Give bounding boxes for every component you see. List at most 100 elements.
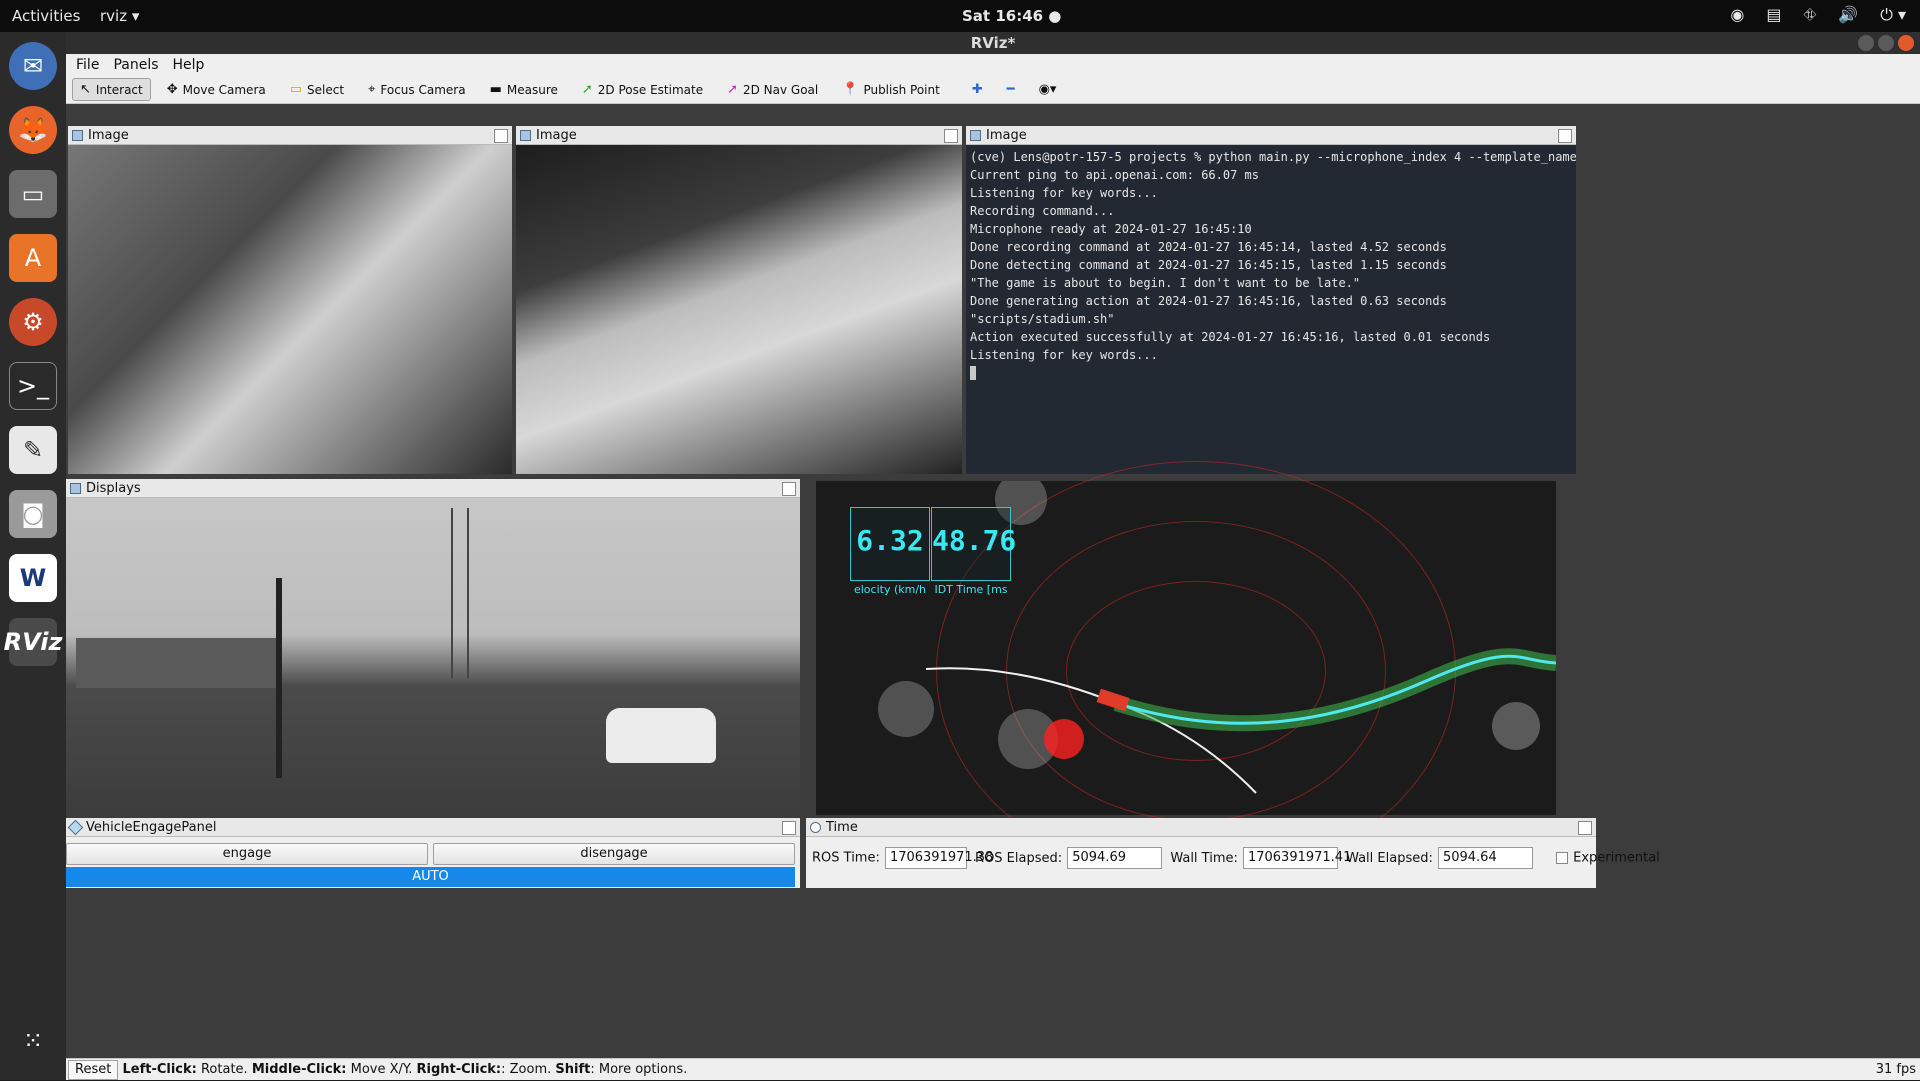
shift-label: Shift [555,1062,591,1077]
focus-camera-tool[interactable]: ⌖ Focus Camera [360,78,474,101]
maximize-icon[interactable] [1878,35,1894,51]
publish-point-tool[interactable]: 📍 Publish Point [834,78,948,101]
menu-panels[interactable]: Panels [113,54,158,76]
move-camera-label: Move Camera [182,82,266,97]
terminal-line: Current ping to api.openai.com: 66.07 ms [970,168,1259,182]
power-icon[interactable]: ⏻ ▾ [1880,5,1906,25]
object-cluster [878,681,934,737]
reset-button[interactable]: Reset [68,1060,119,1080]
terminal-line: Listening for key words... [970,186,1158,200]
terminal-line: Microphone ready at 2024-01-27 16:45:10 [970,222,1252,236]
autoware-icon[interactable]: W [9,554,57,602]
panel-close-button[interactable] [782,482,796,496]
text-editor-icon[interactable]: ✎ [9,426,57,474]
object-cluster [1492,702,1540,750]
menu-file[interactable]: File [76,54,99,76]
predicted-path [925,667,1117,704]
menu-help[interactable]: Help [173,54,205,76]
terminal-output[interactable]: (cve) Lens@potr-157-5 projects % python … [966,145,1576,474]
panel-title: Displays [86,481,141,496]
clipboard-icon[interactable]: ▤ [1766,5,1781,25]
clock[interactable]: Sat 16:46 ● [962,7,1061,25]
minimize-icon[interactable] [1858,35,1874,51]
thunderbird-icon[interactable]: ✉ [9,42,57,90]
focus-camera-label: Focus Camera [380,82,466,97]
image-icon [520,130,531,141]
panel-close-button[interactable] [944,129,958,143]
add-tool-button[interactable]: ✚ [964,78,991,101]
pose-estimate-tool[interactable]: ➚ 2D Pose Estimate [574,78,711,101]
pose-estimate-label: 2D Pose Estimate [597,82,704,97]
time-value: 48.76 [932,524,1017,557]
map-pin-icon: 📍 [842,82,859,97]
driver-camera-view[interactable] [68,145,512,474]
nav-goal-label: 2D Nav Goal [742,82,819,97]
engage-button[interactable]: engage [66,843,428,865]
settings-icon[interactable]: ⚙ [9,298,57,346]
magenta-arrow-icon: ➚ [727,82,738,97]
move-camera-tool[interactable]: ✥ Move Camera [159,78,274,101]
ros-time-field[interactable]: 1706391971.38 [884,847,993,869]
remove-tool-button[interactable]: ━ [999,78,1023,101]
select-tool[interactable]: ▭ Select [282,78,352,101]
measure-label: Measure [506,82,558,97]
wall-elapsed-field[interactable]: 5094.64 [1437,847,1533,869]
interact-tool[interactable]: ↖ Interact [72,78,151,101]
panel-close-button[interactable] [782,821,796,835]
velocity-value: 6.32 [856,524,924,557]
left-click-label: Left-Click: [122,1062,197,1077]
system-tray: ◉ ▤ ⛗ 🔊 ⏻ ▾ [1730,5,1906,25]
firefox-icon[interactable]: 🦊 [9,106,57,154]
ego-vehicle [1096,688,1130,712]
side-camera-view[interactable] [516,145,962,474]
minus-icon: ━ [1006,82,1015,97]
title-bar[interactable]: RViz* [66,32,1920,54]
wall-time-field[interactable]: 1706391971.41 [1242,847,1351,869]
3d-view[interactable]: 6.32 elocity (km/h 48.76 IDT Time [ms [816,461,1556,881]
network-icon[interactable]: ⛗ [1803,5,1816,25]
move-icon: ✥ [166,82,178,97]
menu-bar: File Panels Help [66,54,1920,76]
apps-grid-icon[interactable]: ⁙ [9,1017,57,1065]
chevron-down-icon: ▾ [131,7,140,25]
files-icon[interactable]: ▭ [9,170,57,218]
front-camera-view[interactable] [66,498,800,822]
panel-close-button[interactable] [1578,821,1592,835]
obs-icon[interactable]: ◉ [1730,5,1744,25]
disengage-button[interactable]: disengage [433,843,795,865]
terminal-icon[interactable]: >_ [9,362,57,410]
middle-click-desc: Move X/Y. [346,1062,417,1077]
obstacle-cluster [1044,719,1084,759]
camera-type-button[interactable]: ◉▾ [1031,78,1065,101]
panel-close-button[interactable] [1558,129,1572,143]
time-fields: ROS Time: 1706391971.38 ROS Elapsed: 509… [812,847,1660,869]
image-panel-3: Image (cve) Lens@potr-157-5 projects % p… [966,126,1576,474]
panel-header: Image [966,126,1576,145]
ros-elapsed-label: ROS Elapsed: [975,850,1063,866]
clock-icon [810,822,821,833]
time-panel: Time ROS Time: 1706391971.38 ROS Elapsed… [806,818,1660,888]
velocity-hud: 6.32 elocity (km/h [850,507,930,596]
activities-button[interactable]: Activities [12,7,80,25]
nav-goal-tool[interactable]: ➚ 2D Nav Goal [719,78,826,101]
experimental-label: Experimental [1573,850,1660,866]
app-menu[interactable]: rviz ▾ [100,7,139,25]
measure-tool[interactable]: ▬ Measure [482,78,566,101]
panel-close-button[interactable] [494,129,508,143]
displays-panel: Displays [66,479,800,822]
close-icon[interactable] [1898,35,1914,51]
terminal-line: Done recording command at 2024-01-27 16:… [970,240,1447,254]
ros-elapsed-field[interactable]: 5094.69 [1067,847,1163,869]
mode-indicator: AUTO [66,867,795,887]
displays-icon [70,483,81,494]
eye-icon: ◉▾ [1038,82,1057,97]
software-center-icon[interactable]: A [9,234,57,282]
panel-title: Time [826,820,858,835]
terminal-line: Recording command... [970,204,1115,218]
rviz-icon[interactable]: RViz [4,618,62,666]
experimental-checkbox[interactable] [1556,852,1569,864]
volume-icon[interactable]: 🔊 [1838,5,1858,25]
vehicle [606,708,716,763]
camera-icon[interactable]: ◙ [9,490,57,538]
image-panel-1: Image [68,126,512,474]
